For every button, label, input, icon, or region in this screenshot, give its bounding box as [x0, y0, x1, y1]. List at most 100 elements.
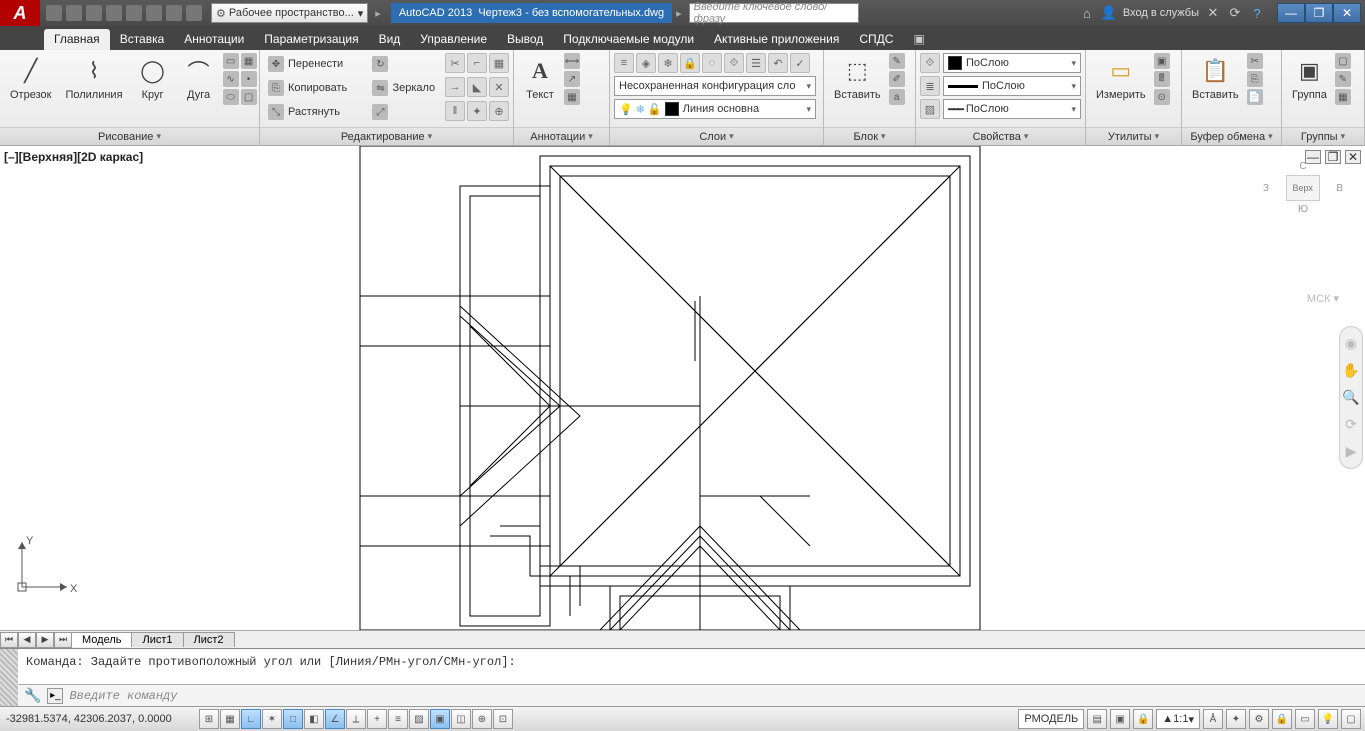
- match-props-icon[interactable]: ⟐: [920, 53, 940, 73]
- trim-icon[interactable]: ✂: [445, 53, 465, 73]
- list-icon[interactable]: ≣: [920, 76, 940, 96]
- layout-quick-icon[interactable]: ▤: [1087, 709, 1107, 729]
- viewcube-north[interactable]: С: [1266, 161, 1340, 172]
- ws-switch-icon[interactable]: ⚙: [1249, 709, 1269, 729]
- viewcube-top-face[interactable]: Верх: [1286, 175, 1320, 201]
- panel-layers-title[interactable]: Слои: [610, 127, 823, 145]
- offset-icon[interactable]: ‖: [445, 101, 465, 121]
- nav-orbit-icon[interactable]: ⟳: [1345, 416, 1357, 433]
- layer-prop-icon[interactable]: ≡: [614, 53, 634, 73]
- block-attr-icon[interactable]: a: [889, 89, 905, 105]
- otrack-icon[interactable]: ∠: [325, 709, 345, 729]
- panel-clip-title[interactable]: Буфер обмена: [1182, 127, 1281, 145]
- leader-icon[interactable]: ↗: [564, 71, 580, 87]
- tab-sheet1[interactable]: Лист1: [131, 632, 183, 647]
- chamfer-icon[interactable]: ◣: [467, 77, 487, 97]
- coordinates-display[interactable]: -32981.5374, 42306.2037, 0.0000: [0, 713, 195, 725]
- viewcube[interactable]: С З Верх В Ю: [1263, 158, 1343, 288]
- qat-undo-icon[interactable]: [166, 5, 182, 21]
- paste-button[interactable]: 📋Вставить: [1186, 53, 1245, 103]
- annoscale-lock-icon[interactable]: 🔒: [1133, 709, 1153, 729]
- point-icon[interactable]: •: [241, 71, 257, 87]
- maximize-vp-icon[interactable]: ▣: [1110, 709, 1130, 729]
- paste-spec-icon[interactable]: 📄: [1247, 89, 1263, 105]
- ellipse-icon[interactable]: ⬭: [223, 89, 239, 105]
- toolbar-lock-icon[interactable]: 🔒: [1272, 709, 1292, 729]
- workspace-dropdown[interactable]: Рабочее пространство...: [211, 3, 368, 23]
- rect-icon[interactable]: ▭: [223, 53, 239, 69]
- tab-active-apps[interactable]: Активные приложения: [704, 29, 849, 50]
- minimize-button[interactable]: —: [1277, 3, 1305, 23]
- erase-icon[interactable]: ✕: [489, 77, 509, 97]
- nav-zoom-icon[interactable]: 🔍: [1342, 389, 1359, 406]
- scale-button[interactable]: ⤢: [368, 101, 443, 123]
- layer-config-dropdown[interactable]: Несохраненная конфигурация сло: [614, 76, 816, 96]
- panel-annot-title[interactable]: Аннотации: [514, 127, 609, 145]
- explode-icon[interactable]: ✦: [467, 101, 487, 121]
- layer-off-icon[interactable]: ◌: [702, 53, 722, 73]
- tab-expand-icon[interactable]: ▣: [903, 29, 934, 50]
- layer-current-dropdown[interactable]: 💡❄🔓 Линия основна: [614, 99, 816, 119]
- tab-view[interactable]: Вид: [369, 29, 411, 50]
- block-insert-button[interactable]: ⬚Вставить: [828, 53, 887, 103]
- restore-button[interactable]: ❐: [1305, 3, 1333, 23]
- fillet-icon[interactable]: ⌐: [467, 53, 487, 73]
- layer-walk-icon[interactable]: ☰: [746, 53, 766, 73]
- mirror-button[interactable]: ⇋Зеркало: [368, 77, 443, 99]
- ducs-icon[interactable]: ⟂: [346, 709, 366, 729]
- cloud-icon[interactable]: ⟳: [1227, 5, 1243, 21]
- wrench-icon[interactable]: 🔧: [24, 687, 41, 704]
- tab-addins[interactable]: Подключаемые модули: [553, 29, 704, 50]
- annoscale-icon[interactable]: Å: [1203, 709, 1223, 729]
- polar-icon[interactable]: ✶: [262, 709, 282, 729]
- sc-icon[interactable]: ◫: [451, 709, 471, 729]
- layer-state-icon[interactable]: ✓: [790, 53, 810, 73]
- login-label[interactable]: Вход в службы: [1123, 7, 1199, 19]
- spds-status-icon[interactable]: ⊡: [493, 709, 513, 729]
- panel-group-title[interactable]: Группы: [1282, 127, 1364, 145]
- tab-output[interactable]: Вывод: [497, 29, 553, 50]
- autodesk-icon[interactable]: ⌂: [1079, 5, 1095, 21]
- qat-saveas-icon[interactable]: [106, 5, 122, 21]
- tab-model[interactable]: Модель: [71, 632, 132, 647]
- panel-draw-title[interactable]: Рисование: [0, 127, 259, 145]
- isolate-icon[interactable]: 💡: [1318, 709, 1338, 729]
- qat-print-icon[interactable]: [146, 5, 162, 21]
- hatch-icon[interactable]: ▦: [241, 53, 257, 69]
- region-icon[interactable]: ▢: [241, 89, 257, 105]
- command-drag-handle[interactable]: [0, 649, 18, 706]
- panel-props-title[interactable]: Свойства: [916, 127, 1085, 145]
- id-point-icon[interactable]: ⊙: [1154, 89, 1170, 105]
- layer-lock-icon[interactable]: 🔒: [680, 53, 700, 73]
- copy-clip-icon[interactable]: ⎘: [1247, 71, 1263, 87]
- block-create-icon[interactable]: ✎: [889, 53, 905, 69]
- tab-parametric[interactable]: Параметризация: [254, 29, 368, 50]
- extend-icon[interactable]: →: [445, 77, 465, 97]
- snap-icon[interactable]: ⊞: [199, 709, 219, 729]
- ungroup-icon[interactable]: ▢: [1335, 53, 1351, 69]
- help-icon[interactable]: ?: [1249, 5, 1265, 21]
- qat-new-icon[interactable]: [46, 5, 62, 21]
- lwt-icon[interactable]: ≡: [388, 709, 408, 729]
- clean-screen-icon[interactable]: ▢: [1341, 709, 1361, 729]
- layout-prev-button[interactable]: ◀: [18, 632, 36, 648]
- space-field[interactable]: РМОДЕЛЬ: [1018, 709, 1084, 729]
- app-logo[interactable]: A: [0, 0, 40, 26]
- block-edit-icon[interactable]: ✐: [889, 71, 905, 87]
- circle-button[interactable]: ◯Круг: [131, 53, 175, 103]
- hardware-accel-icon[interactable]: ▭: [1295, 709, 1315, 729]
- layout-last-button[interactable]: ⏭: [54, 632, 72, 648]
- dyn-icon[interactable]: +: [367, 709, 387, 729]
- tab-insert[interactable]: Вставка: [110, 29, 175, 50]
- panel-edit-title[interactable]: Редактирование: [260, 127, 513, 145]
- color-dropdown[interactable]: ПоСлою: [943, 53, 1081, 73]
- tab-manage[interactable]: Управление: [410, 29, 497, 50]
- qat-plot-icon[interactable]: [126, 5, 142, 21]
- table-icon[interactable]: ▦: [564, 89, 580, 105]
- layer-prev-icon[interactable]: ↶: [768, 53, 788, 73]
- move-button[interactable]: ✥Перенести: [264, 53, 366, 75]
- qat-open-icon[interactable]: [66, 5, 82, 21]
- exchange-icon[interactable]: ✕: [1205, 5, 1221, 21]
- layer-match-icon[interactable]: ⟐: [724, 53, 744, 73]
- qat-redo-icon[interactable]: [186, 5, 202, 21]
